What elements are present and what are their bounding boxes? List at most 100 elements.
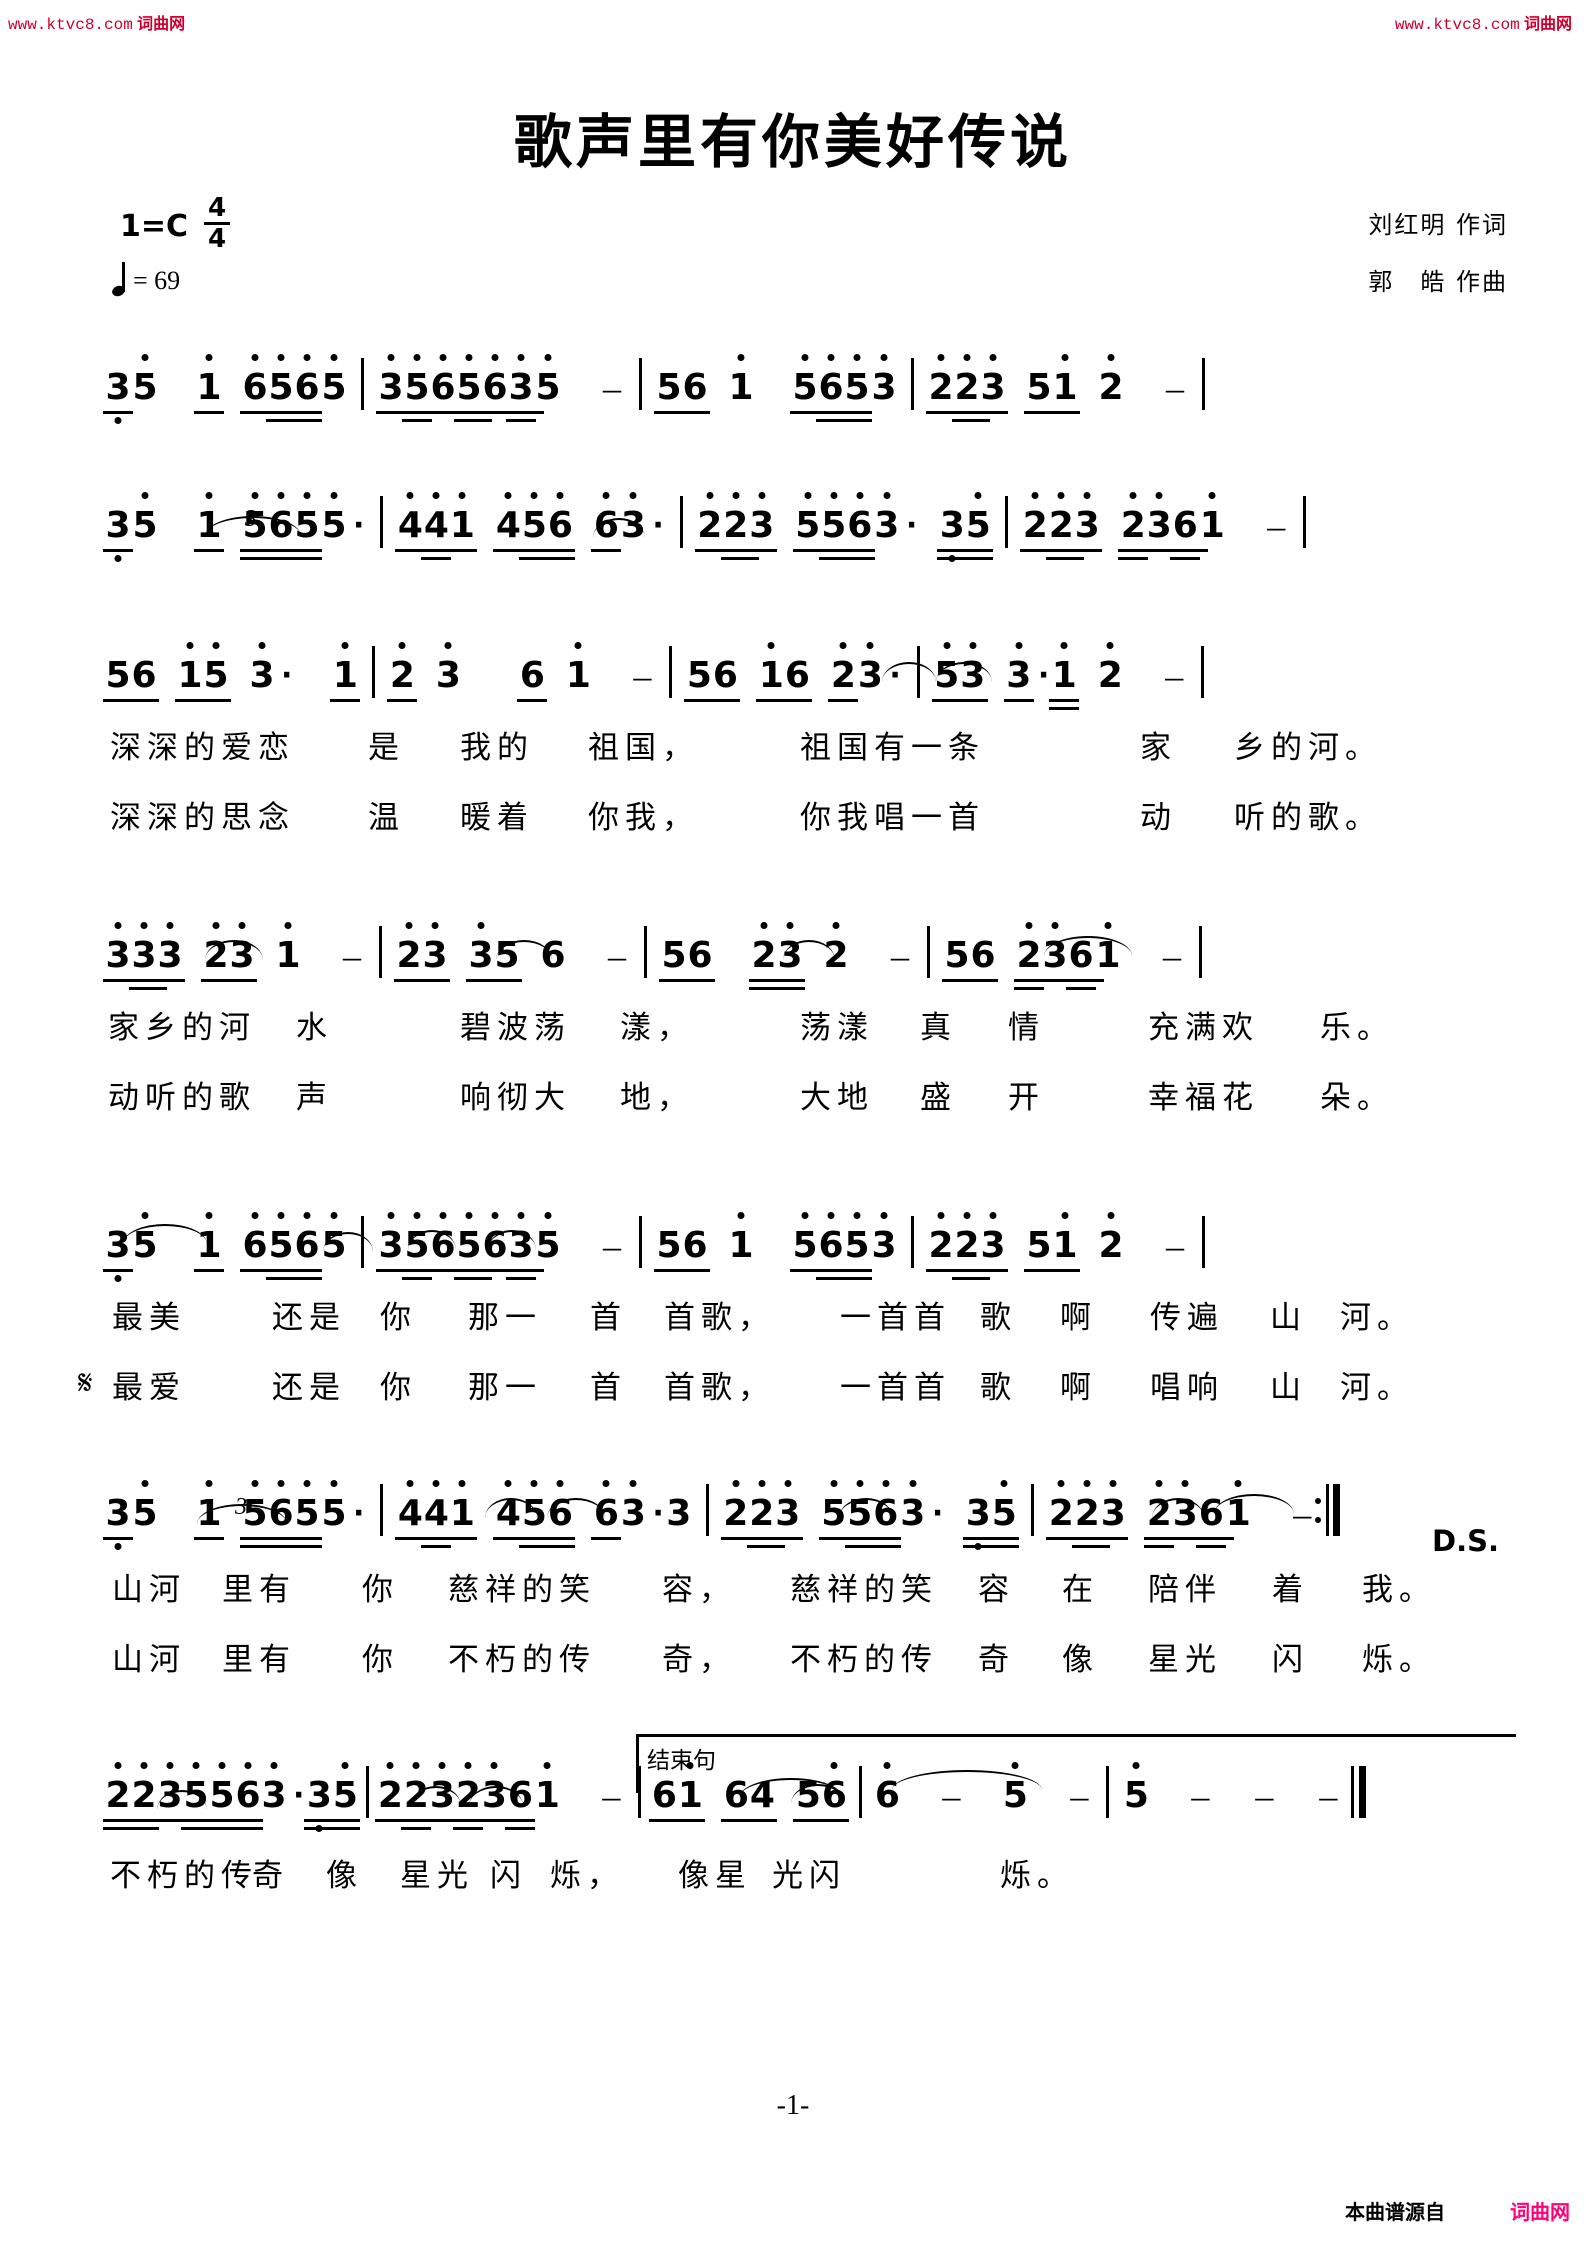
note: 2 [1097, 642, 1123, 704]
note: 3 [103, 366, 133, 424]
note: 3 [427, 1762, 458, 1824]
lyric: 你 [380, 1300, 417, 1335]
note: 4 [395, 1480, 434, 1542]
note: 5 [330, 1762, 361, 1830]
note: 5 [402, 354, 440, 422]
note: 5 [989, 1480, 1020, 1548]
barline [911, 1216, 914, 1268]
lyric: 我的 [460, 730, 534, 765]
note: 5 [684, 654, 723, 704]
note: 2 [103, 1762, 133, 1830]
lyrics-row-verse1: 山河 里有 你 慈祥的笑 容， 慈祥的笑 容 在 陪伴 着 我。 [0, 1564, 1586, 1622]
note: 2 [1144, 1480, 1183, 1548]
lyric: 星光 [400, 1858, 474, 1893]
note: 1 [1050, 354, 1080, 416]
staff-line: 3 5 1 6 5 6 5 3 5 6 5 6 3 5 – 5 6 1 5 6 … [103, 1190, 1516, 1282]
note: 1 [447, 1480, 478, 1542]
lyric: 地， [620, 1080, 694, 1115]
note: 3 [620, 492, 646, 554]
watermark-left-site: 词曲网 [137, 16, 186, 33]
final-thin-line [1351, 1766, 1355, 1818]
barline [679, 496, 683, 548]
note: 6 [680, 1224, 710, 1274]
note: 2 [453, 1762, 484, 1830]
barline [927, 926, 930, 978]
measure: 2 2 3 2 3 6 1 – [375, 1762, 624, 1830]
lyric: 你 [362, 1642, 399, 1677]
lyric: 烁。 [1000, 1858, 1074, 1893]
measure: 3 3 5 1 5 6 5 5 · [103, 1480, 366, 1550]
note: 6 [782, 654, 813, 704]
measure: 6 – 5 – [874, 1762, 1092, 1824]
note: 2 [387, 642, 418, 704]
time-signature-numerator: 4 [208, 193, 227, 223]
note: 5 [792, 492, 831, 554]
note: 6 [710, 654, 741, 704]
barline [366, 1766, 370, 1818]
note: 2 [1020, 492, 1059, 554]
augmentation-dot: · [931, 1496, 944, 1531]
note-sustain: – [1267, 506, 1286, 546]
note-sustain: – [942, 1776, 961, 1816]
note: 6 [292, 354, 322, 422]
lyric: 家 [1140, 730, 1177, 765]
augmentation-dot: · [281, 658, 293, 693]
lyric: 容， [662, 1572, 736, 1607]
note-sustain: – [1070, 1776, 1089, 1816]
lyric: 奇 [252, 1858, 289, 1893]
augmentation-dot: · [889, 658, 901, 693]
lyric: 家乡的河 [108, 1010, 256, 1045]
note-sustain: – [1166, 1226, 1184, 1266]
note: 3 [304, 1774, 335, 1832]
note: 5 [942, 934, 980, 984]
note: 1 [756, 642, 795, 704]
note: 5 [519, 492, 558, 560]
music-system-3: 5 6 1 5 3 · 1 2 3 6 1 – 5 6 1 6 2 3 · 5 … [0, 620, 1586, 850]
note: 2 [1098, 1212, 1124, 1274]
note: 2 [720, 1480, 759, 1542]
barline [638, 1766, 642, 1818]
quarter-note-icon [112, 262, 126, 296]
note: 2 [694, 492, 733, 554]
note: 3 [957, 642, 988, 704]
lyric: 声 [296, 1080, 333, 1115]
note: 5 [292, 492, 322, 560]
music-system-1: 3 5 1 6 5 6 5 3 5 6 5 6 3 5 – 5 6 1 5 6 … [0, 332, 1586, 424]
note: 3 [937, 504, 976, 562]
note: 2 [1118, 492, 1157, 560]
note-sustain: – [603, 1226, 621, 1266]
segno-icon: 𝄋 [78, 1363, 93, 1403]
measure: 2 2 3 5 1 2 – [926, 354, 1188, 422]
footer-source: 本曲谱源自 词曲网 [1345, 2196, 1570, 2225]
note: 5 [402, 1212, 440, 1280]
note: 6 [680, 366, 710, 416]
note: 1 [534, 1762, 560, 1824]
barline [916, 646, 920, 698]
note: 3 [978, 354, 1008, 416]
note: 3 [376, 1212, 406, 1274]
measure: 3 5 1 6 5 6 5 [103, 1212, 373, 1282]
staff-line: 3 3 5 1 5 6 5 5 · 4 4 1 4 5 6 6 3 · 2 2 … [103, 470, 1516, 562]
measure: 2 2 3 2 3 6 1 – [1046, 1480, 1315, 1548]
notes-row: 3 3 5 1 5 6 5 5 · 4 4 1 4 5 6 6 3 · 2 2 … [0, 470, 1586, 562]
lyric: 暖着 [460, 800, 534, 835]
measure: 2 2 3 5 5 6 3 · 3 5 [720, 1480, 1020, 1550]
time-signature-denominator: 4 [208, 224, 227, 254]
note: 3 [103, 1224, 133, 1282]
lyric: 漾， [620, 1010, 694, 1045]
note: 5 [132, 354, 158, 416]
note: 6 [1196, 1492, 1235, 1548]
note-sustain: – [1166, 368, 1184, 408]
note: 5 [793, 1774, 832, 1824]
note: 3 [871, 1212, 897, 1274]
lyrics-row-verse1: 最美 还是 你 那一 首 首歌， 一首首 歌 啊 传遍 山 河。 [0, 1292, 1586, 1350]
measure: 4 4 1 4 5 6 6 3 · 3 [395, 1480, 691, 1548]
note: 5 [201, 642, 231, 704]
note: 3 [1040, 922, 1070, 984]
page-title: 歌声里有你美好传说 [513, 108, 1072, 176]
lyric: 山河 [112, 1642, 186, 1677]
staff-line: 3 3 5 1 5 6 5 5 · 4 4 1 4 5 6 6 3 · 3 2 … [103, 1458, 1498, 1550]
lyric: 你我， [588, 800, 699, 835]
note: 5 [659, 934, 697, 984]
barline [859, 1766, 863, 1818]
